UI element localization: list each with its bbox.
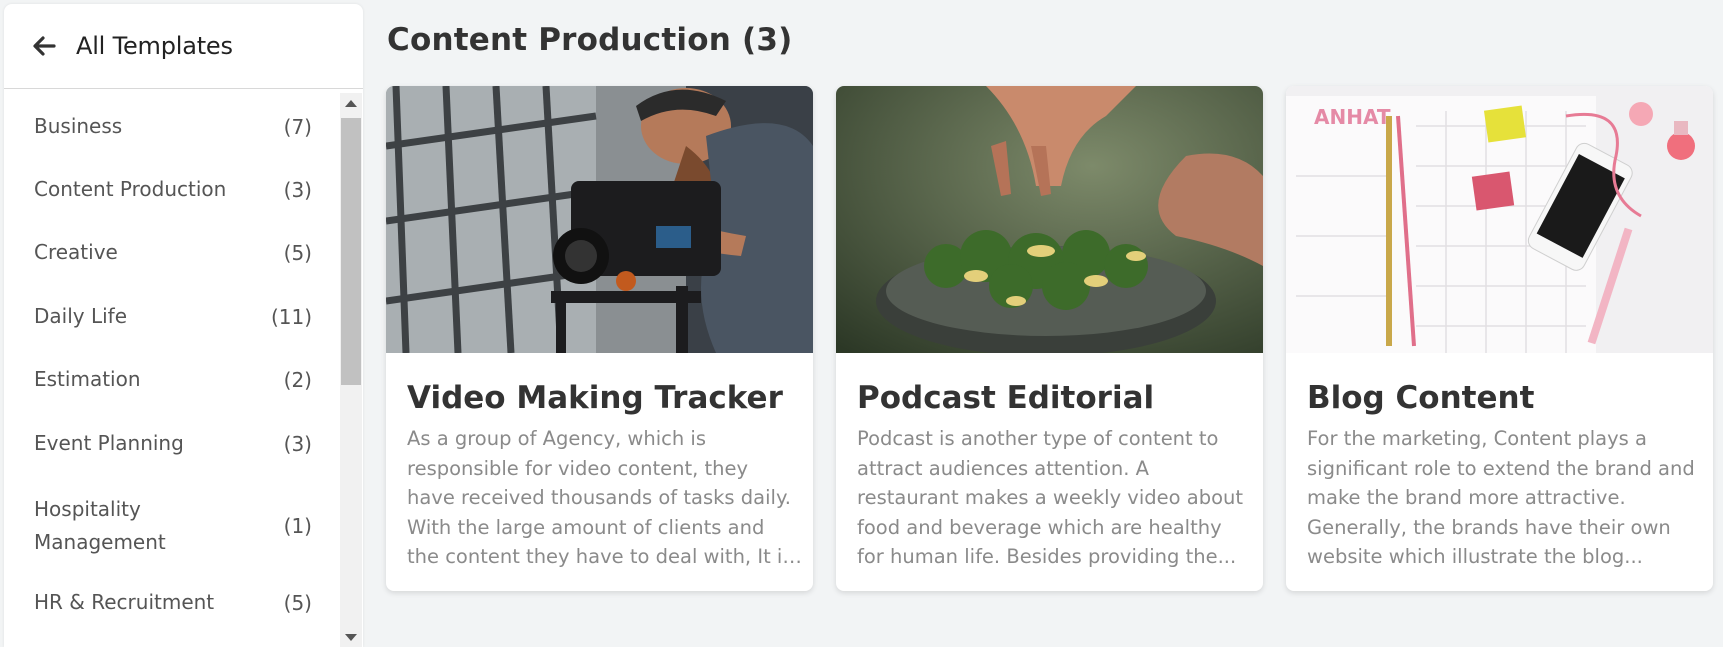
category-item-hospitality-management[interactable]: Hospitality Management (1) xyxy=(34,493,312,559)
category-item-content-production[interactable]: Content Production (3) xyxy=(34,173,312,206)
category-name: HR & Recruitment xyxy=(34,590,215,614)
category-list: Business (7) Content Production (3) Crea… xyxy=(4,93,340,647)
category-name: Content Production xyxy=(34,177,227,201)
all-templates-back-link[interactable]: All Templates xyxy=(4,4,363,89)
category-item-estimation[interactable]: Estimation (2) xyxy=(34,363,312,396)
category-item-event-planning[interactable]: Event Planning (3) xyxy=(34,427,312,460)
category-count: (2) xyxy=(283,367,312,392)
videographer-camera-photo xyxy=(386,86,813,353)
scrollbar-thumb[interactable] xyxy=(341,118,361,385)
scroll-down-button[interactable] xyxy=(340,627,362,647)
template-card-blog-content[interactable]: ANHAT Blog Content For the marketing, Co… xyxy=(1286,86,1713,591)
sidebar-scrollbar[interactable] xyxy=(340,93,362,647)
card-title: Video Making Tracker xyxy=(407,380,783,416)
template-card-video-making-tracker[interactable]: Video Making Tracker As a group of Agenc… xyxy=(386,86,813,591)
card-title: Podcast Editorial xyxy=(857,380,1155,416)
category-item-hr-recruitment[interactable]: HR & Recruitment (5) xyxy=(34,586,312,619)
category-name: Event Planning xyxy=(34,431,184,455)
category-name: Business xyxy=(34,114,123,138)
food-salad-photo xyxy=(836,86,1263,353)
category-count: (11) xyxy=(270,304,312,329)
category-count: (7) xyxy=(283,114,312,139)
templates-sidebar: All Templates Business (7) Content Produ… xyxy=(4,4,363,647)
triangle-up-icon xyxy=(345,99,357,107)
category-count: (5) xyxy=(283,240,312,265)
card-title: Blog Content xyxy=(1307,380,1535,416)
category-item-daily-life[interactable]: Daily Life (11) xyxy=(34,300,312,333)
section-title: Content Production (3) xyxy=(387,22,793,58)
triangle-down-icon xyxy=(345,633,357,641)
category-name: Hospitality Management xyxy=(34,497,166,554)
category-name: Creative xyxy=(34,240,118,264)
category-item-creative[interactable]: Creative (5) xyxy=(34,236,312,269)
template-card-podcast-editorial[interactable]: Podcast Editorial Podcast is another typ… xyxy=(836,86,1263,591)
category-name: Estimation xyxy=(34,367,141,391)
card-description: As a group of Agency, which is responsib… xyxy=(407,427,793,568)
category-count: (5) xyxy=(283,590,312,615)
card-description: Podcast is another type of content to at… xyxy=(857,427,1244,568)
category-count: (3) xyxy=(283,177,312,202)
category-name: Daily Life xyxy=(34,304,128,328)
card-description: For the marketing, Content plays a signi… xyxy=(1307,427,1695,568)
arrow-left-icon xyxy=(33,36,56,56)
all-templates-label: All Templates xyxy=(76,32,233,60)
scroll-up-button[interactable] xyxy=(340,93,362,113)
category-count: (1) xyxy=(283,514,312,538)
category-item-business[interactable]: Business (7) xyxy=(34,110,312,143)
category-count: (3) xyxy=(283,431,312,456)
svg-text:ANHAT: ANHAT xyxy=(1314,105,1391,129)
planner-phone-photo: ANHAT xyxy=(1286,86,1713,353)
